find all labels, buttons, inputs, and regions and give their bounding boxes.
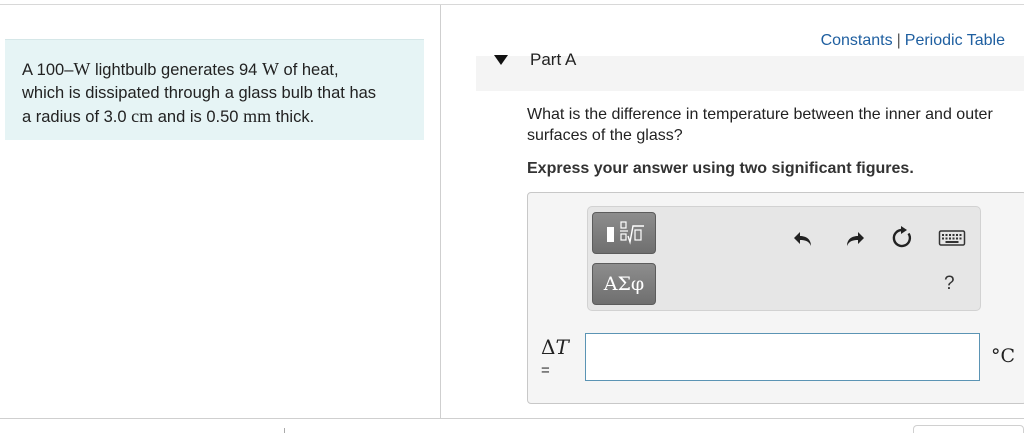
problem-line-1: A 100–W lightbulb generates 94 W of heat… — [22, 58, 408, 82]
problem-text: thick. — [271, 108, 315, 126]
templates-icon — [607, 221, 644, 245]
periodic-table-link[interactable]: Periodic Table — [905, 32, 1005, 49]
problem-text: and is 0.50 — [153, 108, 244, 126]
problem-line-2: which is dissipated through a glass bulb… — [22, 84, 377, 102]
problem-statement: A 100–W lightbulb generates 94 W of heat… — [5, 39, 424, 140]
reset-icon[interactable] — [889, 225, 915, 251]
answer-unit: °C — [991, 345, 1016, 367]
bottom-tick — [284, 428, 285, 433]
resource-links: Constants | Periodic Table — [821, 32, 1005, 50]
bottom-tab — [913, 425, 1024, 433]
pane-divider — [440, 5, 441, 418]
delta-symbol: Δ — [541, 335, 556, 359]
unit-watt: W — [261, 59, 279, 79]
redo-icon[interactable] — [841, 225, 867, 251]
answer-input[interactable] — [585, 333, 980, 381]
undo-icon[interactable] — [791, 225, 817, 251]
templates-button[interactable] — [592, 212, 656, 254]
equals-sign: = — [541, 362, 550, 379]
help-button[interactable]: ? — [944, 273, 955, 295]
link-separator: | — [896, 32, 901, 49]
problem-line-3: a radius of 3.0 cm and is 0.50 mm thick. — [22, 105, 408, 129]
problem-text: lightbulb generates 94 — [90, 61, 262, 79]
answer-instruction: Express your answer using two significan… — [527, 160, 914, 177]
top-border — [0, 4, 1024, 5]
part-title: Part A — [530, 50, 577, 69]
keyboard-icon[interactable] — [938, 227, 966, 249]
collapse-triangle-icon[interactable] — [493, 54, 509, 66]
bottom-border — [0, 418, 1024, 419]
problem-text: a radius of 3.0 — [22, 108, 132, 126]
problem-text: of heat, — [278, 61, 339, 79]
unit-mm: mm — [243, 106, 272, 126]
unit-cm: cm — [131, 106, 154, 126]
question-text: What is the difference in temperature be… — [527, 106, 993, 144]
answer-variable-label: ΔT — [541, 335, 569, 359]
problem-text: A 100– — [22, 61, 74, 79]
variable-t: T — [555, 335, 569, 359]
constants-link[interactable]: Constants — [821, 32, 893, 49]
unit-watt: W — [73, 59, 91, 79]
greek-symbols-button[interactable]: ΑΣφ — [592, 263, 656, 305]
